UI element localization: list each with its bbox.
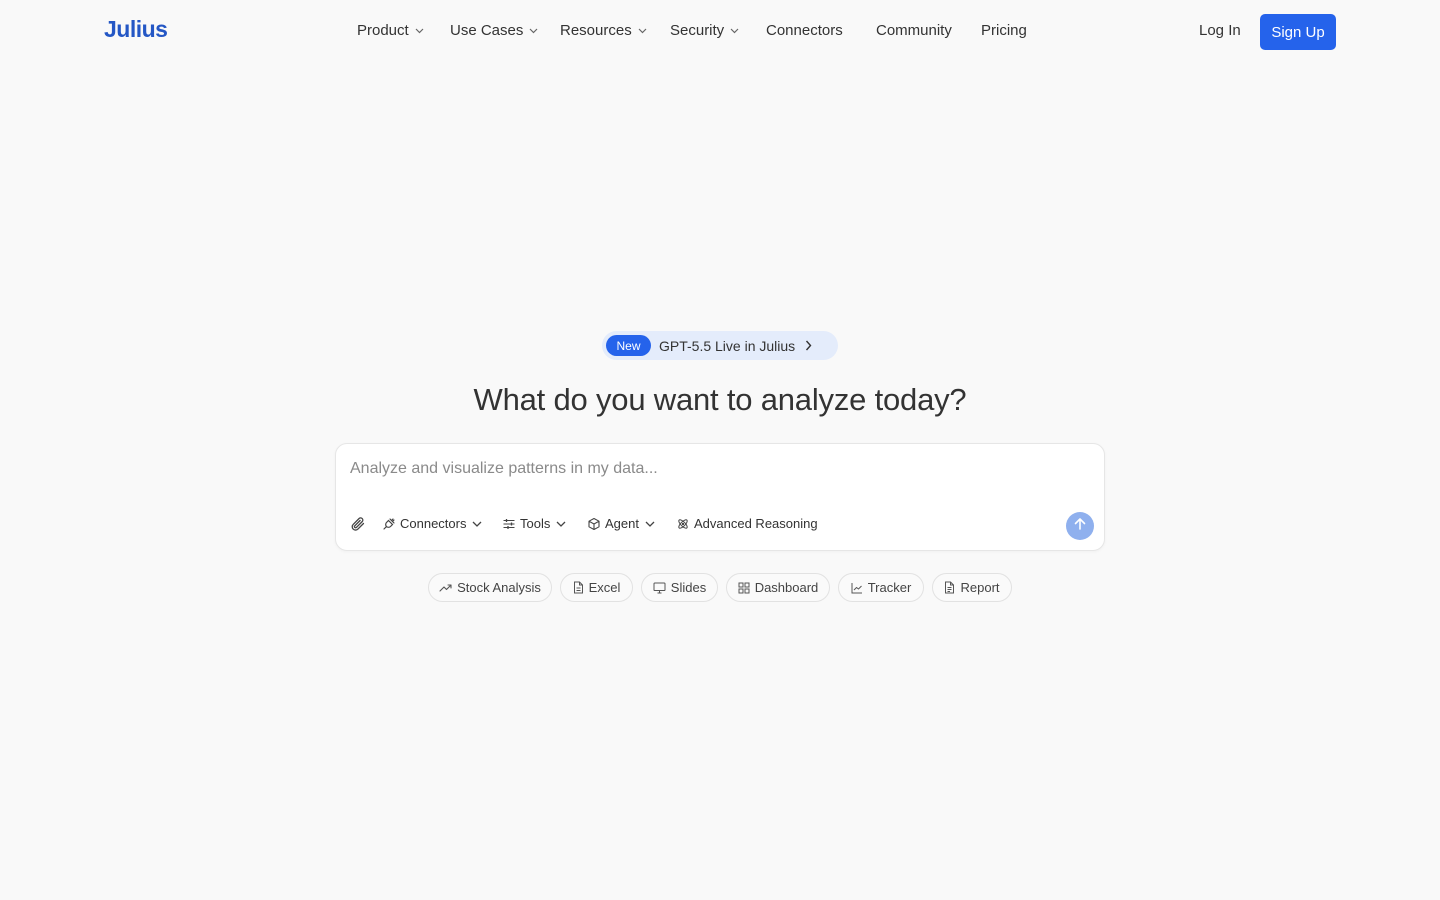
announcement-pill[interactable]: New GPT-5.5 Live in Julius [602, 331, 838, 360]
nav-item-label: Security [670, 22, 725, 39]
atom-icon [676, 517, 690, 531]
signup-button[interactable]: Sign Up [1260, 14, 1336, 50]
nav-item-product[interactable]: Product [357, 22, 424, 39]
chevron-down-icon [415, 28, 424, 34]
prompt-box: Connectors Tools Agent Advanced Reasonin… [335, 443, 1105, 551]
chevron-right-icon [805, 340, 812, 351]
tools-dropdown[interactable]: Tools [502, 516, 566, 531]
nav-item-label: Pricing [981, 22, 1027, 39]
page-title: What do you want to analyze today? [473, 382, 967, 417]
chip-label: Excel [588, 580, 621, 595]
chip-stock-analysis[interactable]: Stock Analysis [428, 573, 552, 602]
tool-label: Advanced Reasoning [694, 516, 818, 531]
chip-label: Tracker [867, 580, 912, 595]
chip-excel[interactable]: Excel [560, 573, 633, 602]
grid-icon [738, 582, 750, 594]
chip-slides[interactable]: Slides [641, 573, 718, 602]
send-button[interactable] [1066, 512, 1094, 540]
chevron-down-icon [529, 28, 538, 34]
nav-item-label: Resources [560, 22, 632, 39]
connectors-dropdown[interactable]: Connectors [382, 516, 482, 531]
attach-button[interactable] [350, 516, 366, 532]
chip-report[interactable]: Report [932, 573, 1012, 602]
nav-item-label: Community [876, 22, 952, 39]
login-link[interactable]: Log In [1199, 22, 1241, 39]
new-badge: New [606, 335, 651, 356]
nav-item-label: Connectors [766, 22, 843, 39]
suggestion-chips: Stock Analysis Excel Slides Dashboard Tr… [0, 573, 1440, 603]
file-icon [573, 581, 584, 594]
chip-label: Slides [670, 580, 707, 595]
nav-item-security[interactable]: Security [670, 22, 739, 39]
document-icon [944, 581, 955, 594]
nav-item-pricing[interactable]: Pricing [981, 22, 1027, 39]
nav-item-resources[interactable]: Resources [560, 22, 647, 39]
trend-up-icon [439, 583, 452, 593]
chevron-down-icon [556, 521, 566, 527]
plug-icon [382, 517, 396, 531]
nav-item-connectors[interactable]: Connectors [766, 22, 843, 39]
agent-dropdown[interactable]: Agent [587, 516, 655, 531]
presentation-icon [653, 582, 666, 594]
cube-icon [587, 517, 601, 531]
chip-label: Report [960, 580, 1000, 595]
chevron-down-icon [638, 28, 647, 34]
chip-tracker[interactable]: Tracker [838, 573, 924, 602]
nav-item-label: Product [357, 22, 409, 39]
nav-item-community[interactable]: Community [876, 22, 952, 39]
tool-label: Agent [605, 516, 639, 531]
chip-label: Stock Analysis [457, 580, 541, 595]
line-chart-icon [851, 582, 863, 594]
paperclip-icon [350, 516, 366, 532]
nav-item-label: Use Cases [450, 22, 524, 39]
announcement-text: GPT-5.5 Live in Julius [659, 337, 796, 354]
prompt-toolbar: Connectors Tools Agent Advanced Reasonin… [350, 516, 1090, 536]
tool-label: Connectors [400, 516, 467, 531]
prompt-input[interactable] [350, 460, 1070, 478]
chevron-down-icon [472, 521, 482, 527]
site-header: Julius Product Use Cases Resources Secur… [0, 0, 1440, 64]
chevron-down-icon [645, 521, 655, 527]
chip-label: Dashboard [754, 580, 819, 595]
arrow-up-icon [1073, 517, 1087, 536]
sliders-icon [502, 517, 516, 531]
nav-item-use-cases[interactable]: Use Cases [450, 22, 538, 39]
chevron-down-icon [730, 28, 739, 34]
tool-label: Tools [520, 516, 551, 531]
chip-dashboard[interactable]: Dashboard [726, 573, 830, 602]
advanced-reasoning-toggle[interactable]: Advanced Reasoning [676, 516, 818, 531]
